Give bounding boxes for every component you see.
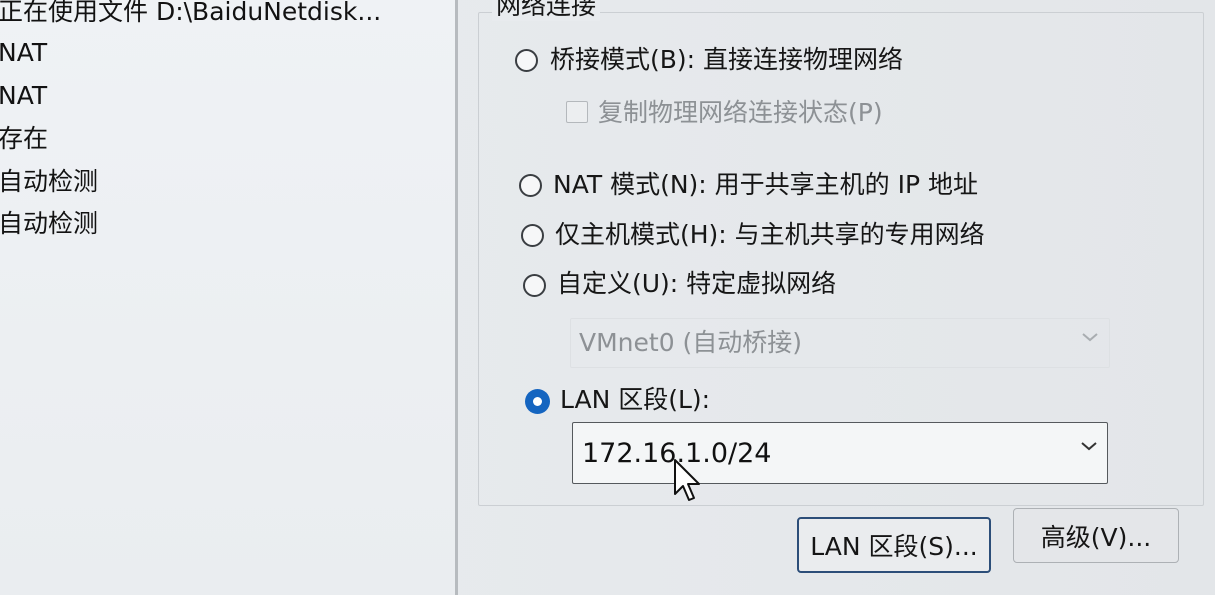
custom-radio[interactable] — [523, 274, 546, 297]
summary-value-sound[interactable]: 自动检测 — [0, 167, 98, 197]
panel-divider[interactable] — [455, 0, 458, 595]
lan-segments-button[interactable]: LAN 区段(S)... — [797, 517, 991, 573]
custom-network-value: VMnet0 (自动桥接) — [579, 328, 803, 357]
nat-label[interactable]: NAT 模式(N): 用于共享主机的 IP 地址 — [553, 170, 978, 200]
summary-value-network[interactable]: NAT — [0, 38, 47, 68]
lan-segment-select[interactable]: 172.16.1.0/24 — [572, 422, 1108, 484]
replicate-state-checkbox[interactable] — [566, 101, 588, 123]
chevron-down-icon — [1081, 442, 1097, 451]
summary-value-display[interactable]: 自动检测 — [0, 209, 98, 239]
vm-network-adapter-settings: 正在使用文件 D:\BaiduNetdisk... NAT NAT 存在 自动检… — [0, 0, 1215, 595]
host-only-label[interactable]: 仅主机模式(H): 与主机共享的专用网络 — [555, 220, 985, 250]
advanced-button[interactable]: 高级(V)... — [1013, 508, 1179, 563]
lan-segments-button-label: LAN 区段(S)... — [810, 532, 978, 561]
lan-segment-radio[interactable] — [525, 389, 550, 414]
summary-value-memory[interactable]: 正在使用文件 D:\BaiduNetdisk... — [0, 0, 381, 27]
custom-label[interactable]: 自定义(U): 特定虚拟网络 — [557, 269, 836, 299]
custom-network-select[interactable]: VMnet0 (自动桥接) — [570, 318, 1110, 368]
lan-segment-label[interactable]: LAN 区段(L): — [560, 385, 710, 415]
nat-radio[interactable] — [519, 174, 542, 197]
host-only-radio[interactable] — [521, 224, 544, 247]
replicate-state-label[interactable]: 复制物理网络连接状态(P) — [598, 98, 883, 128]
device-summary-panel: 正在使用文件 D:\BaiduNetdisk... NAT NAT 存在 自动检… — [0, 0, 455, 595]
mouse-cursor-icon — [674, 459, 700, 501]
summary-value-usb[interactable]: 存在 — [0, 124, 48, 154]
summary-value-network-2[interactable]: NAT — [0, 81, 47, 111]
network-connection-title: 网络连接 — [492, 0, 601, 21]
bridged-label[interactable]: 桥接模式(B): 直接连接物理网络 — [550, 45, 903, 75]
bridged-radio[interactable] — [515, 49, 538, 72]
chevron-down-icon — [1082, 333, 1098, 342]
advanced-button-label: 高级(V)... — [1040, 522, 1152, 552]
